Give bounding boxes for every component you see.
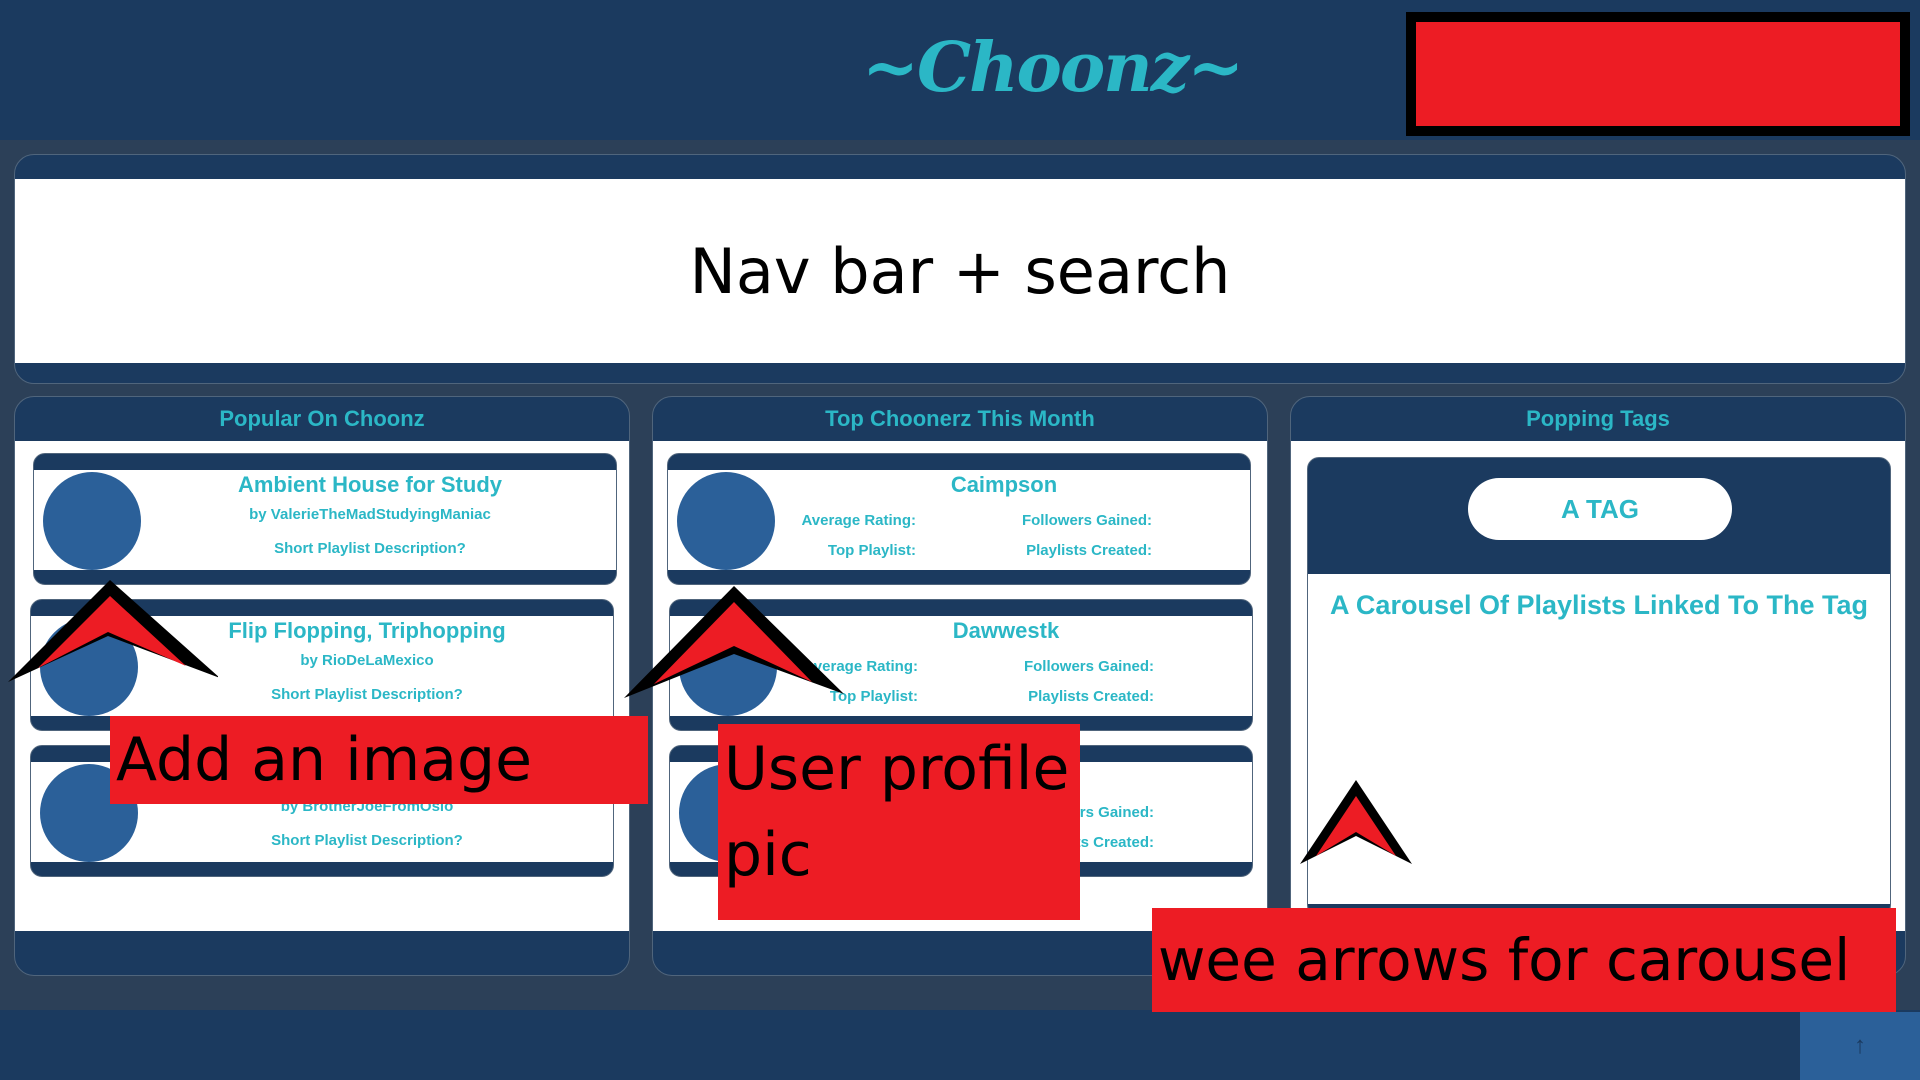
annotation-carousel-arrows: wee arrows for carousel: [1152, 908, 1896, 1012]
user-card[interactable]: Caimpson Average Rating: Followers Gaine…: [667, 453, 1251, 585]
annotation-arrow-icon: [1300, 780, 1412, 864]
nav-panel: Nav bar + search: [14, 154, 1906, 384]
column-title: Popping Tags: [1526, 406, 1670, 431]
popping-tags-column: Popping Tags A TAG A Carousel Of Playlis…: [1290, 396, 1906, 976]
playlists-created-label: Playlists Created:: [1026, 542, 1152, 559]
playlist-description: Short Playlist Description?: [271, 832, 463, 849]
playlist-description: Short Playlist Description?: [274, 540, 466, 557]
user-name[interactable]: Dawwestk: [790, 618, 1222, 644]
playlist-title[interactable]: Ambient House for Study: [154, 472, 586, 498]
playlist-author[interactable]: by ValerieTheMadStudyingManiac: [154, 506, 586, 523]
site-header: ~Choonz~: [0, 0, 1920, 140]
nav-placeholder-text: Nav bar + search: [689, 234, 1231, 308]
carousel-caption: A Carousel Of Playlists Linked To The Ta…: [1329, 590, 1869, 620]
header-placeholder-box: [1406, 12, 1910, 136]
playlists-created-label: Playlists Created:: [1028, 688, 1154, 705]
playlist-image: [43, 472, 141, 570]
top-playlist-label: Top Playlist:: [827, 542, 916, 559]
annotation-arrow-icon: [8, 580, 218, 682]
choonz-logo[interactable]: ~Choonz~: [862, 28, 1244, 108]
column-title: Popular On Choonz: [219, 406, 425, 431]
nav-bar-placeholder[interactable]: Nav bar + search: [15, 179, 1905, 363]
followers-label: Followers Gained:: [1021, 512, 1152, 529]
annotation-arrow-icon: [624, 586, 844, 698]
user-name[interactable]: Caimpson: [788, 472, 1220, 498]
site-footer: [0, 1010, 1920, 1080]
tag-button[interactable]: A TAG: [1468, 478, 1732, 540]
scroll-to-top-button[interactable]: ↑: [1800, 1012, 1920, 1080]
arrow-up-icon: ↑: [1854, 1032, 1866, 1059]
avg-rating-label: Average Rating:: [801, 512, 916, 529]
annotation-add-image: Add an image: [110, 716, 648, 804]
followers-label: Followers Gained:: [1023, 658, 1154, 675]
column-title: Top Choonerz This Month: [825, 406, 1095, 431]
playlist-description: Short Playlist Description?: [271, 686, 463, 703]
playlist-card[interactable]: Ambient House for Study by ValerieTheMad…: [33, 453, 617, 585]
annotation-user-profile-pic: User profile pic: [718, 724, 1080, 920]
